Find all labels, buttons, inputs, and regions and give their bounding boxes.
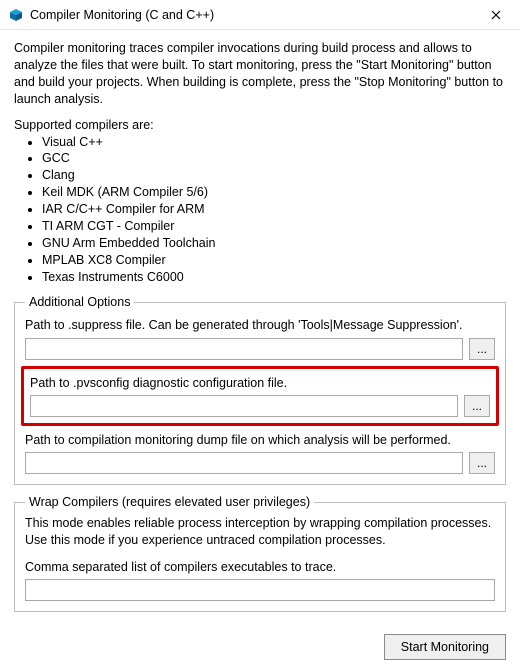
compiler-list-item: Clang bbox=[42, 167, 506, 184]
app-icon bbox=[8, 7, 24, 23]
dump-path-label: Path to compilation monitoring dump file… bbox=[25, 432, 495, 448]
start-monitoring-button[interactable]: Start Monitoring bbox=[384, 634, 506, 660]
pvsconfig-highlight: Path to .pvsconfig diagnostic configurat… bbox=[21, 366, 499, 426]
additional-options-legend: Additional Options bbox=[25, 295, 134, 309]
pvsconfig-path-label: Path to .pvsconfig diagnostic configurat… bbox=[30, 375, 490, 391]
dialog-footer: Start Monitoring bbox=[0, 630, 520, 660]
compiler-list-item: IAR C/C++ Compiler for ARM bbox=[42, 201, 506, 218]
close-button[interactable] bbox=[480, 1, 512, 29]
intro-text: Compiler monitoring traces compiler invo… bbox=[14, 40, 506, 108]
suppress-path-input[interactable] bbox=[25, 338, 463, 360]
dump-path-input[interactable] bbox=[25, 452, 463, 474]
wrap-compilers-group: Wrap Compilers (requires elevated user p… bbox=[14, 495, 506, 612]
suppress-path-label: Path to .suppress file. Can be generated… bbox=[25, 317, 495, 333]
compiler-list-item: GCC bbox=[42, 150, 506, 167]
pvsconfig-path-input[interactable] bbox=[30, 395, 458, 417]
dump-path-browse-button[interactable]: ... bbox=[469, 452, 495, 474]
titlebar: Compiler Monitoring (C and C++) bbox=[0, 0, 520, 30]
suppress-path-browse-button[interactable]: ... bbox=[469, 338, 495, 360]
compiler-list-item: Texas Instruments C6000 bbox=[42, 269, 506, 286]
compiler-list-item: TI ARM CGT - Compiler bbox=[42, 218, 506, 235]
window-title: Compiler Monitoring (C and C++) bbox=[30, 8, 480, 22]
wrap-list-label: Comma separated list of compilers execut… bbox=[25, 559, 495, 575]
dialog-body: Compiler monitoring traces compiler invo… bbox=[0, 30, 520, 630]
supported-compilers-label: Supported compilers are: bbox=[14, 118, 506, 132]
compiler-list-item: Visual C++ bbox=[42, 134, 506, 151]
compiler-list-item: MPLAB XC8 Compiler bbox=[42, 252, 506, 269]
wrap-compilers-description: This mode enables reliable process inter… bbox=[25, 515, 495, 549]
pvsconfig-path-browse-button[interactable]: ... bbox=[464, 395, 490, 417]
supported-compilers-list: Visual C++GCCClangKeil MDK (ARM Compiler… bbox=[14, 134, 506, 286]
additional-options-group: Additional Options Path to .suppress fil… bbox=[14, 295, 506, 485]
compiler-list-item: Keil MDK (ARM Compiler 5/6) bbox=[42, 184, 506, 201]
wrap-list-input[interactable] bbox=[25, 579, 495, 601]
wrap-compilers-legend: Wrap Compilers (requires elevated user p… bbox=[25, 495, 314, 509]
compiler-list-item: GNU Arm Embedded Toolchain bbox=[42, 235, 506, 252]
